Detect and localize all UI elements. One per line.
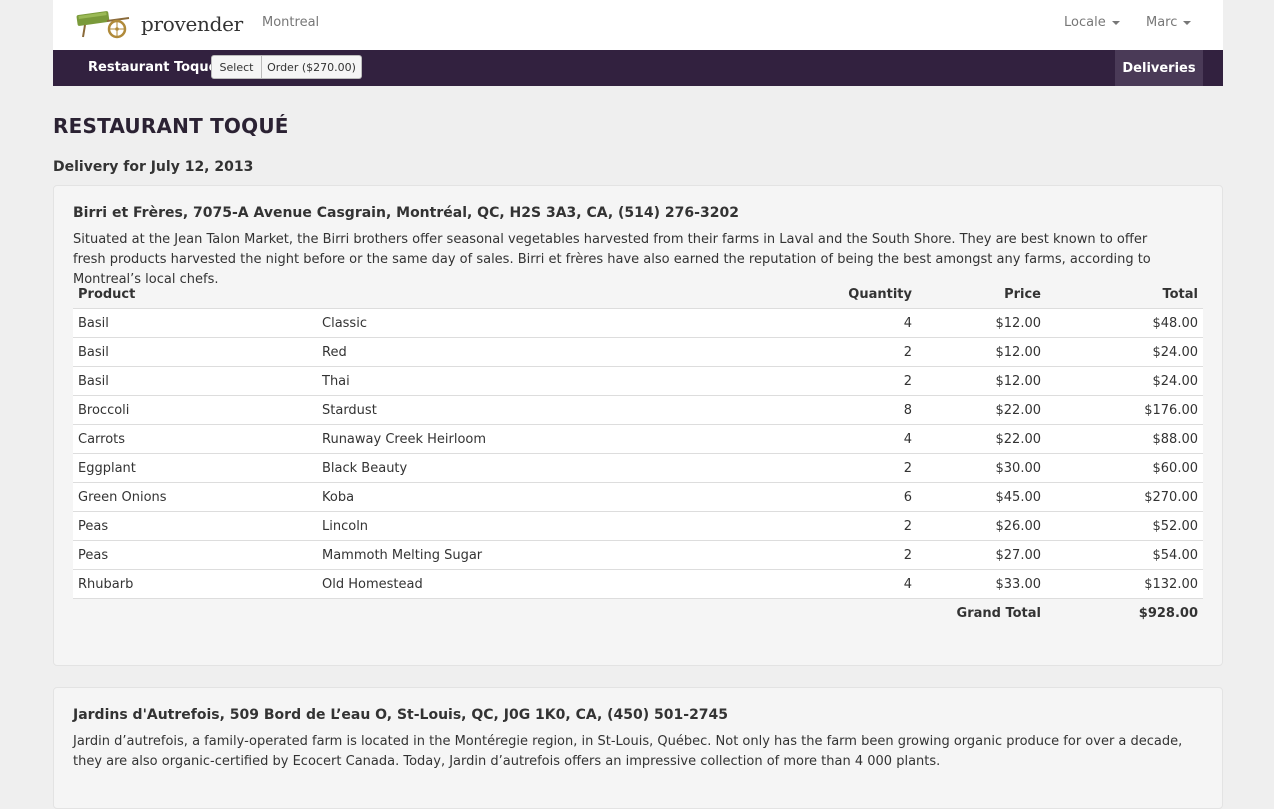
- delivery-date: Delivery for July 12, 2013: [53, 159, 254, 175]
- page-title: RESTAURANT TOQUÉ: [53, 114, 289, 138]
- empty-cell: [73, 598, 317, 627]
- product-cell: Basil: [73, 366, 317, 396]
- price-cell: $12.00: [917, 337, 1046, 367]
- table-row: Basil Thai 2 $12.00 $24.00: [73, 366, 1203, 396]
- quantity-cell: 2: [777, 366, 917, 396]
- farm-description: Jardin d’autrefois, a family-operated fa…: [73, 734, 1183, 769]
- table-header-row: Product Quantity Price Total: [73, 280, 1203, 309]
- product-cell: Basil: [73, 308, 317, 338]
- brand-name: provender: [141, 12, 243, 36]
- variety-cell: Old Homestead: [317, 569, 777, 599]
- column-header-total: Total: [1046, 280, 1203, 309]
- table-row: Peas Lincoln 2 $26.00 $52.00: [73, 511, 1203, 541]
- total-cell: $24.00: [1046, 337, 1203, 367]
- table-row: Eggplant Black Beauty 2 $30.00 $60.00: [73, 453, 1203, 483]
- total-cell: $54.00: [1046, 540, 1203, 570]
- locale-dropdown[interactable]: Locale: [1064, 15, 1120, 30]
- order-table: Product Quantity Price Total Basil Classi…: [73, 280, 1203, 627]
- grand-total-label: Grand Total: [917, 598, 1046, 627]
- total-cell: $270.00: [1046, 482, 1203, 512]
- variety-cell: Thai: [317, 366, 777, 396]
- quantity-cell: 2: [777, 511, 917, 541]
- table-row: Green Onions Koba 6 $45.00 $270.00: [73, 482, 1203, 512]
- caret-down-icon: [1183, 20, 1192, 25]
- product-cell: Basil: [73, 337, 317, 367]
- wheelbarrow-icon: [76, 11, 130, 39]
- price-cell: $12.00: [917, 308, 1046, 338]
- quantity-cell: 4: [777, 424, 917, 454]
- quantity-cell: 2: [777, 540, 917, 570]
- quantity-cell: 4: [777, 308, 917, 338]
- product-cell: Green Onions: [73, 482, 317, 512]
- price-cell: $22.00: [917, 424, 1046, 454]
- variety-cell: Runaway Creek Heirloom: [317, 424, 777, 454]
- restaurant-name[interactable]: Restaurant Toqué: [88, 60, 217, 75]
- product-cell: Peas: [73, 511, 317, 541]
- quantity-cell: 4: [777, 569, 917, 599]
- empty-cell: [317, 598, 777, 627]
- column-header-variety: [317, 280, 777, 309]
- price-cell: $33.00: [917, 569, 1046, 599]
- variety-cell: Stardust: [317, 395, 777, 425]
- table-row: Basil Red 2 $12.00 $24.00: [73, 337, 1203, 367]
- variety-cell: Classic: [317, 308, 777, 338]
- table-row: Peas Mammoth Melting Sugar 2 $27.00 $54.00: [73, 540, 1203, 570]
- product-cell: Broccoli: [73, 395, 317, 425]
- brand[interactable]: provender: [73, 8, 243, 40]
- city-label: Montreal: [262, 15, 320, 30]
- grand-total-value: $928.00: [1046, 598, 1203, 627]
- variety-cell: Koba: [317, 482, 777, 512]
- variety-cell: Red: [317, 337, 777, 367]
- farm-panel: Jardins d'Autrefois, 509 Bord de L’eau O…: [53, 687, 1223, 809]
- table-row: Basil Classic 4 $12.00 $48.00: [73, 308, 1203, 338]
- caret-down-icon: [1111, 20, 1120, 25]
- product-cell: Carrots: [73, 424, 317, 454]
- quantity-cell: 6: [777, 482, 917, 512]
- variety-cell: Black Beauty: [317, 453, 777, 483]
- total-cell: $24.00: [1046, 366, 1203, 396]
- user-label: Marc: [1146, 15, 1178, 30]
- price-cell: $30.00: [917, 453, 1046, 483]
- user-dropdown[interactable]: Marc: [1146, 15, 1192, 30]
- column-header-product: Product: [73, 280, 317, 309]
- empty-cell: [777, 598, 917, 627]
- restaurant-button-group: Select Order ($270.00): [211, 55, 362, 79]
- farm-title: Jardins d'Autrefois, 509 Bord de L’eau O…: [73, 707, 729, 723]
- price-cell: $26.00: [917, 511, 1046, 541]
- total-cell: $176.00: [1046, 395, 1203, 425]
- price-cell: $22.00: [917, 395, 1046, 425]
- grand-total-row: Grand Total $928.00: [73, 598, 1203, 627]
- farm-panel: Birri et Frères, 7075-A Avenue Casgrain,…: [53, 185, 1223, 666]
- total-cell: $132.00: [1046, 569, 1203, 599]
- deliveries-tab[interactable]: Deliveries: [1115, 50, 1203, 86]
- variety-cell: Lincoln: [317, 511, 777, 541]
- total-cell: $88.00: [1046, 424, 1203, 454]
- quantity-cell: 8: [777, 395, 917, 425]
- column-header-price: Price: [917, 280, 1046, 309]
- product-cell: Peas: [73, 540, 317, 570]
- price-cell: $12.00: [917, 366, 1046, 396]
- table-row: Rhubarb Old Homestead 4 $33.00 $132.00: [73, 569, 1203, 599]
- product-cell: Eggplant: [73, 453, 317, 483]
- table-row: Broccoli Stardust 8 $22.00 $176.00: [73, 395, 1203, 425]
- order-button[interactable]: Order ($270.00): [262, 55, 362, 79]
- locale-label: Locale: [1064, 15, 1106, 30]
- variety-cell: Mammoth Melting Sugar: [317, 540, 777, 570]
- price-cell: $27.00: [917, 540, 1046, 570]
- table-row: Carrots Runaway Creek Heirloom 4 $22.00 $88.…: [73, 424, 1203, 454]
- column-header-quantity: Quantity: [777, 280, 917, 309]
- price-cell: $45.00: [917, 482, 1046, 512]
- total-cell: $48.00: [1046, 308, 1203, 338]
- quantity-cell: 2: [777, 453, 917, 483]
- select-button[interactable]: Select: [211, 55, 262, 79]
- top-navbar: provender Montreal Locale Marc: [53, 0, 1223, 50]
- total-cell: $52.00: [1046, 511, 1203, 541]
- sub-navbar: Restaurant Toqué Select Order ($270.00) …: [53, 50, 1223, 86]
- total-cell: $60.00: [1046, 453, 1203, 483]
- farm-title: Birri et Frères, 7075-A Avenue Casgrain,…: [73, 205, 739, 221]
- product-cell: Rhubarb: [73, 569, 317, 599]
- quantity-cell: 2: [777, 337, 917, 367]
